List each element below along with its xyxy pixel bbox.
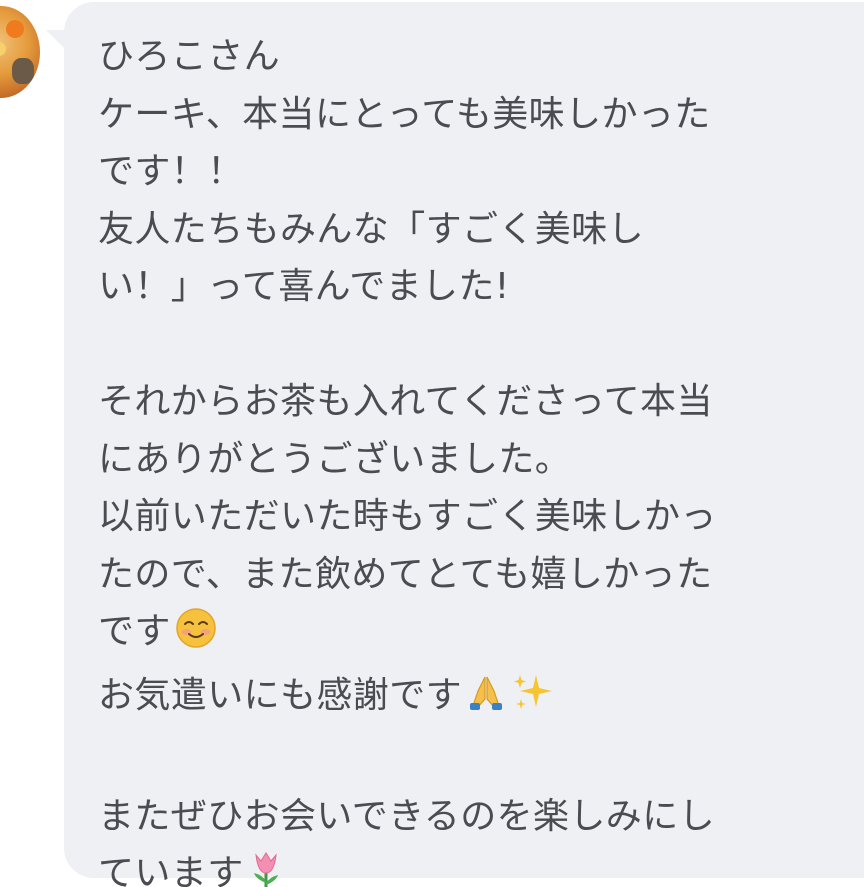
smiling-face-icon <box>175 607 217 667</box>
chat-view: ひろこさん ケーキ、本当にとっても美味しかった です！！ 友人たちもみんな「すご… <box>0 0 864 887</box>
message-line: 友人たちもみんな「すごく美味し <box>98 208 645 250</box>
message-line: たので、また飲めてとても嬉しかった <box>98 553 713 595</box>
sender-avatar[interactable] <box>0 6 40 98</box>
message-text: ひろこさん ケーキ、本当にとっても美味しかった です！！ 友人たちもみんな「すご… <box>98 28 838 887</box>
message-line-with-emoji: お気遣いにも感謝です <box>98 667 838 731</box>
message-line: ケーキ、本当にとっても美味しかった <box>98 93 711 135</box>
message-line: です！！ <box>98 151 244 192</box>
avatar-detail <box>0 42 6 56</box>
sparkles-icon <box>510 671 556 731</box>
message-line: またぜひお会いできるのを楽しみにし <box>98 795 716 837</box>
message-line-blank <box>98 730 838 788</box>
message-line-with-emoji: です <box>98 603 838 667</box>
message-line: 以前いただいた時もすごく美味しかっ <box>98 496 717 537</box>
message-line-text: ています <box>98 853 244 887</box>
message-line: ひろこさん <box>98 36 281 77</box>
message-line: にありがとうございました。 <box>98 438 572 480</box>
folded-hands-icon <box>466 671 506 731</box>
message-line: それからお茶も入れてくださって本当 <box>98 381 713 422</box>
message-line-with-emoji: ています <box>98 845 838 887</box>
avatar-detail <box>12 58 34 84</box>
message-line-blank <box>98 316 838 374</box>
message-line-text: お気遣いにも感謝です <box>98 674 463 716</box>
message-line-text: です <box>98 611 171 652</box>
avatar-detail <box>6 20 24 38</box>
message-line: い！」って喜んでました! <box>98 266 510 307</box>
tulip-icon <box>248 847 284 887</box>
